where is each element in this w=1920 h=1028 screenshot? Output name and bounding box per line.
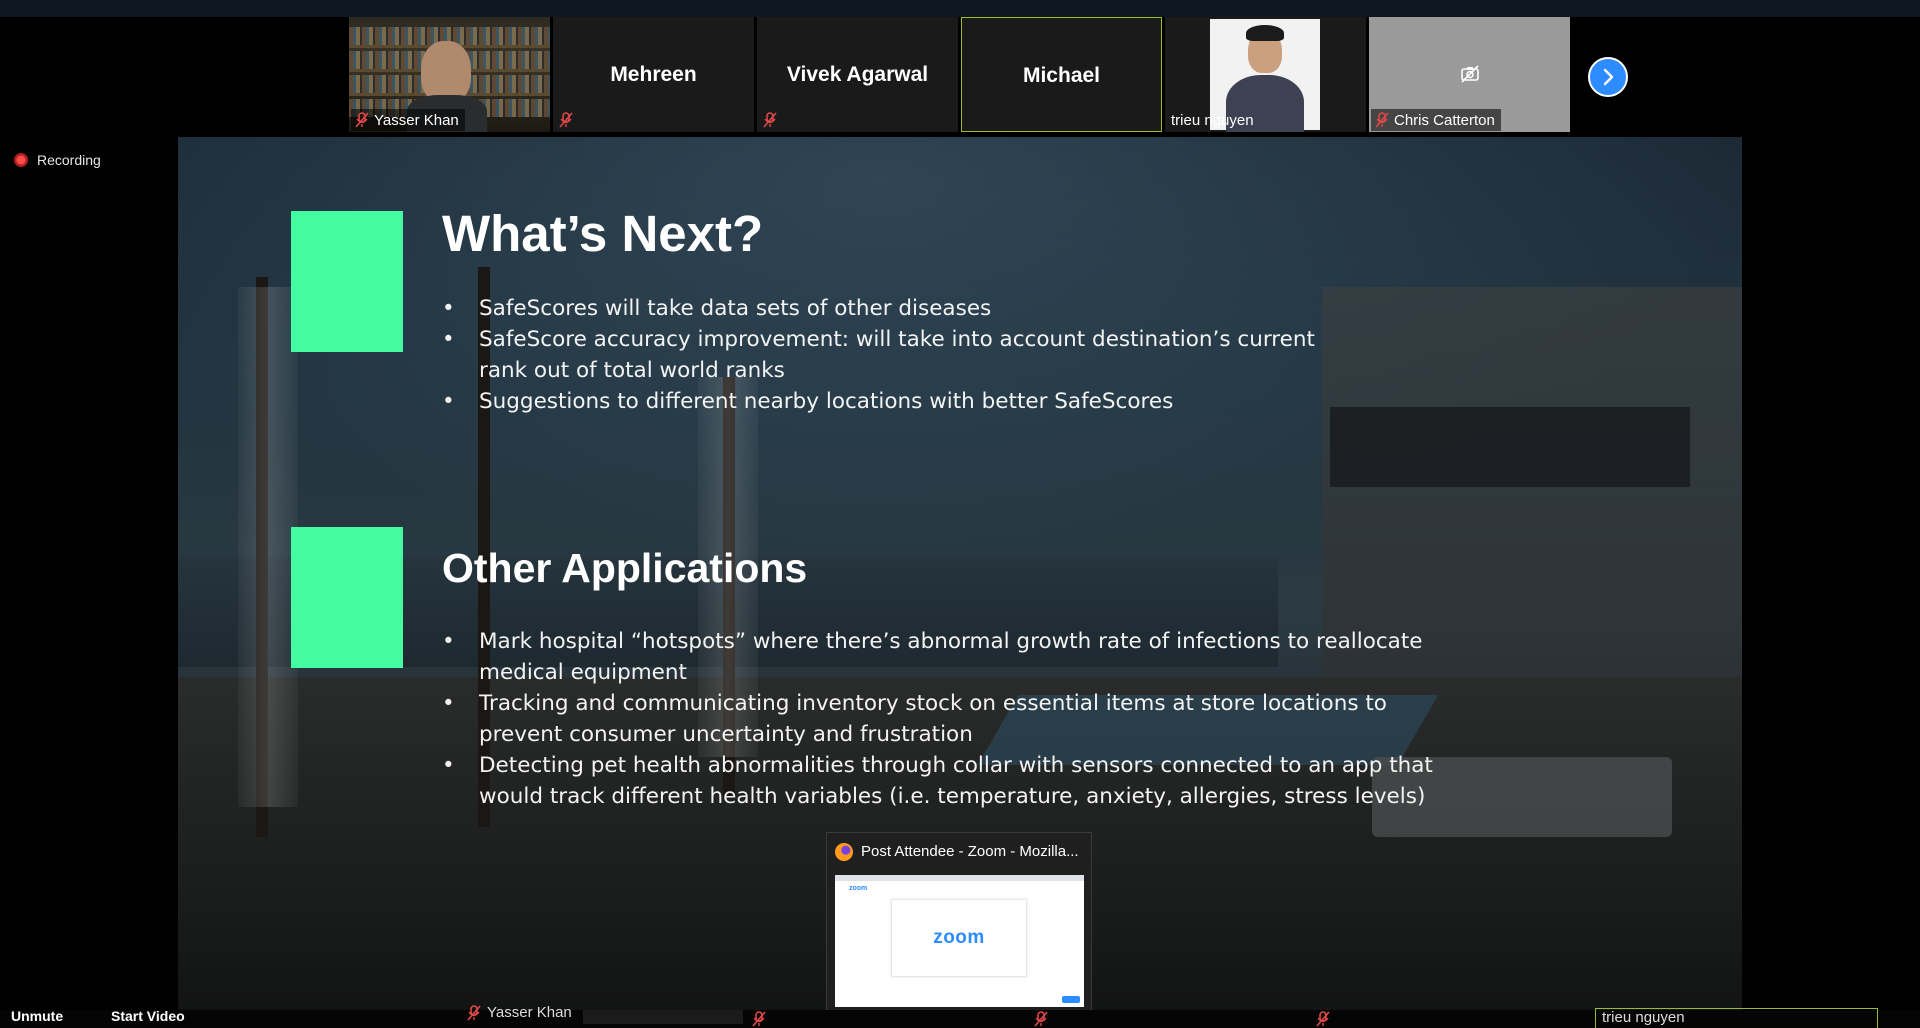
mic-muted-icon (467, 1004, 481, 1021)
mic-muted-icon (752, 1011, 766, 1027)
participant-name: Chris Catterton (1394, 111, 1495, 129)
participant-tile-trieu-nguyen[interactable]: trieu nguyen (1165, 17, 1366, 132)
participant-name: trieu nguyen (1171, 111, 1254, 129)
participant-tile-mehreen[interactable]: Mehreen (553, 17, 754, 132)
slide-bullet: Detecting pet health abnormalities throu… (442, 750, 1442, 812)
participant-name: Vivek Agarwal (786, 63, 929, 86)
participant-name-tag (759, 109, 783, 131)
preview-thumbnail: zoom zoom (835, 875, 1084, 1007)
slide-title-other-applications: Other Applications (442, 545, 808, 591)
participant-name-tag (555, 109, 579, 131)
mic-muted-icon (763, 112, 777, 128)
start-video-button[interactable]: Start Video (111, 1008, 185, 1024)
preview-title: Post Attendee - Zoom - Mozilla... (861, 843, 1079, 860)
recording-label: Recording (37, 152, 101, 168)
bottom-participant-yasser: Yasser Khan (467, 1004, 572, 1021)
participant-name: Yasser Khan (374, 111, 459, 129)
mic-muted-icon (355, 112, 369, 128)
thumb-browser-bar (835, 875, 1084, 881)
participant-name: Mehreen (610, 63, 697, 86)
slide-bullet: SafeScores will take data sets of other … (442, 293, 1362, 324)
canopy-drape (238, 287, 298, 807)
participant-name-tag: Yasser Khan (351, 109, 465, 131)
thumb-zoom-logo: zoom (891, 899, 1027, 977)
window-top-edge (0, 0, 1920, 17)
camera-off-icon (1461, 65, 1479, 83)
slide-bullet: Mark hospital “hotspots” where there’s a… (442, 626, 1442, 688)
chevron-right-icon (1603, 68, 1614, 86)
participant-name-tag: trieu nguyen (1167, 109, 1260, 131)
mic-muted-icon (559, 112, 573, 128)
participant-name: Michael (1022, 64, 1101, 87)
slide-bullet: Tracking and communicating inventory sto… (442, 688, 1442, 750)
participant-name-tag: Chris Catterton (1371, 109, 1501, 131)
taskbar-window-preview[interactable]: Post Attendee - Zoom - Mozilla... zoom z… (826, 832, 1092, 1012)
preview-header: Post Attendee - Zoom - Mozilla... (827, 833, 1091, 870)
participant-tile-michael[interactable]: Michael (961, 17, 1162, 132)
recording-icon (14, 153, 28, 167)
bottom-video-thumb (583, 1010, 743, 1024)
participant-name: Yasser Khan (487, 1004, 572, 1021)
participant-tile-chris-catterton[interactable]: Chris Catterton (1369, 17, 1570, 132)
background-screen (1330, 407, 1690, 487)
slide-title-whats-next: What’s Next? (442, 205, 764, 262)
slide-bullet-list: SafeScores will take data sets of other … (442, 293, 1362, 417)
recording-indicator[interactable]: Recording (14, 152, 101, 168)
participant-tile-yasser-khan[interactable]: Yasser Khan (349, 17, 550, 132)
slide-bullet: Suggestions to different nearby location… (442, 386, 1362, 417)
slide-bullet-list: Mark hospital “hotspots” where there’s a… (442, 626, 1442, 812)
mic-muted-icon (1316, 1011, 1330, 1027)
mic-muted-icon (1034, 1011, 1048, 1027)
thumb-zoom-logo-small: zoom (849, 885, 868, 892)
mic-muted-icon (1375, 112, 1389, 128)
next-page-button[interactable] (1588, 57, 1628, 97)
participant-tile-vivek-agarwal[interactable]: Vivek Agarwal (757, 17, 958, 132)
slide-bullet: SafeScore accuracy improvement: will tak… (442, 324, 1362, 386)
thumb-button (1062, 996, 1080, 1003)
bottom-participant-trieu: trieu nguyen (1595, 1008, 1878, 1028)
slide-accent-block (291, 211, 403, 352)
unmute-button[interactable]: Unmute (11, 1008, 63, 1024)
firefox-icon (835, 842, 853, 861)
slide-accent-block (291, 527, 403, 668)
